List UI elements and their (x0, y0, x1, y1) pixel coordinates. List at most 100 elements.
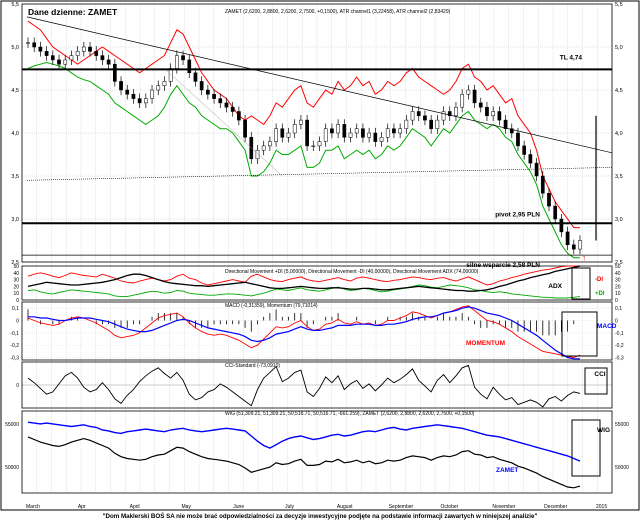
price-candle (485, 106, 489, 117)
xtick-label: September (389, 504, 414, 510)
wig-ytick-left: 55000 (5, 422, 19, 428)
momentum-label: MOMENTUM (466, 340, 505, 347)
minus-di-label: -DI (595, 277, 603, 283)
price-candle (137, 98, 142, 104)
price-candle (478, 102, 483, 108)
price-candle (416, 111, 421, 117)
dmi-ytick-left: 40 (13, 271, 19, 277)
cci-label: CCI (594, 371, 605, 378)
price-candle (69, 55, 74, 61)
price-candle (466, 89, 471, 95)
price-candle (516, 132, 520, 147)
price-ytick-left: 4,5 (11, 88, 19, 94)
price-ytick-right: 4,5 (615, 88, 623, 94)
price-candle (230, 106, 235, 112)
price-candle (565, 231, 570, 246)
price-candle (299, 119, 303, 125)
macd-ytick-left: 0,1 (12, 306, 19, 312)
price-candle (354, 128, 359, 134)
macd-ytick-left: -0,1 (10, 331, 19, 337)
xtick-label: June (233, 504, 244, 510)
price-candle (274, 128, 278, 142)
price-candle (540, 175, 545, 194)
xtick-label: 2015 (596, 504, 607, 510)
dmi-ytick-right: 50 (615, 264, 621, 270)
price-candle (237, 111, 241, 121)
price-candle (50, 55, 55, 61)
price-candle (454, 106, 458, 117)
price-candle (559, 218, 564, 233)
price-candle (547, 192, 551, 207)
dmi-ytick-left: 10 (13, 291, 19, 297)
price-candle (100, 55, 105, 61)
footer-disclaimer: "Dom Maklerski BOŚ SA nie może brać odpo… (103, 513, 538, 520)
price-candle (553, 205, 558, 220)
price-candle (435, 119, 440, 129)
price-candle (392, 128, 396, 134)
price-candle (26, 42, 30, 44)
dmi-ytick-left: 0 (16, 298, 19, 304)
price-candle (534, 162, 539, 177)
price-candle (75, 51, 80, 56)
price-ytick-left: 5,0 (11, 45, 19, 51)
price-candle (187, 59, 192, 74)
price-candle (472, 89, 477, 104)
macd-ytick-right: 0,1 (615, 306, 622, 312)
price-candle (224, 102, 229, 108)
wig-legend: WIG (51,309.21, 51,309.21, 50,516.71, 50… (225, 411, 475, 417)
macd-label: MACD (597, 323, 617, 330)
price-candle (404, 119, 409, 129)
price-candle (497, 111, 502, 121)
price-candle (491, 111, 496, 117)
price-ytick-right: 5,5 (615, 2, 623, 8)
price-candle (528, 154, 533, 164)
xtick-label: October (441, 504, 459, 510)
price-candle (311, 145, 316, 147)
up-arrow-icon: ↑ (582, 253, 586, 262)
price-candle (373, 132, 378, 142)
dmi-ytick-right: 20 (615, 284, 621, 290)
cci-ytick-left: 0 (16, 383, 19, 389)
price-candle (94, 51, 99, 56)
dmi-ytick-left: 30 (13, 278, 19, 284)
price-candle (286, 132, 291, 138)
price-candle (206, 89, 210, 95)
price-candle (193, 72, 198, 82)
wig-ytick-right: 50000 (615, 465, 629, 471)
wig-label: WIG (597, 427, 610, 434)
price-candle (323, 128, 328, 142)
price-candle (212, 94, 216, 99)
macd-ytick-right: -0,1 (615, 331, 624, 337)
price-candle (292, 124, 297, 134)
price-candle (379, 137, 384, 142)
price-candle (63, 59, 68, 65)
dmi-legend: Directional Movement +DI (5,00000), Dire… (225, 269, 479, 275)
price-candle (330, 128, 334, 134)
price-candle (441, 111, 446, 121)
price-level-label: pivot 2,95 PLN (495, 211, 540, 218)
price-candle (150, 89, 154, 99)
dmi-ytick-right: 40 (615, 271, 621, 277)
xtick-label: Apr (78, 504, 86, 510)
price-candle (131, 94, 136, 99)
macd-ytick-left: -0,3 (10, 356, 19, 362)
price-candle (112, 63, 117, 82)
technical-analysis-chart: Dane dzienne: ZAMET ZAMET (2,6200, 2,880… (0, 0, 640, 520)
price-ytick-right: 5,0 (615, 45, 623, 51)
price-level-label: TL 4,74 (560, 54, 583, 61)
price-candle (81, 46, 86, 52)
macd-ytick-left: -0,2 (10, 343, 19, 349)
plus-di-label: +DI (595, 291, 605, 297)
dmi-ytick-right: 30 (615, 278, 621, 284)
macd-ytick-right: -0,2 (615, 343, 624, 349)
price-candle (410, 111, 415, 121)
price-candle (106, 59, 111, 65)
xtick-label: July (285, 504, 294, 510)
price-candle (261, 145, 266, 151)
xtick-label: August (337, 504, 353, 510)
price-candle (88, 46, 92, 52)
price-candle (385, 128, 390, 138)
price-ytick-right: 4,0 (615, 131, 623, 137)
indicator-legend: ZAMET (2,6200, 2,8800, 2,6200, 2,7500, +… (225, 9, 451, 15)
price-candle (423, 115, 427, 121)
